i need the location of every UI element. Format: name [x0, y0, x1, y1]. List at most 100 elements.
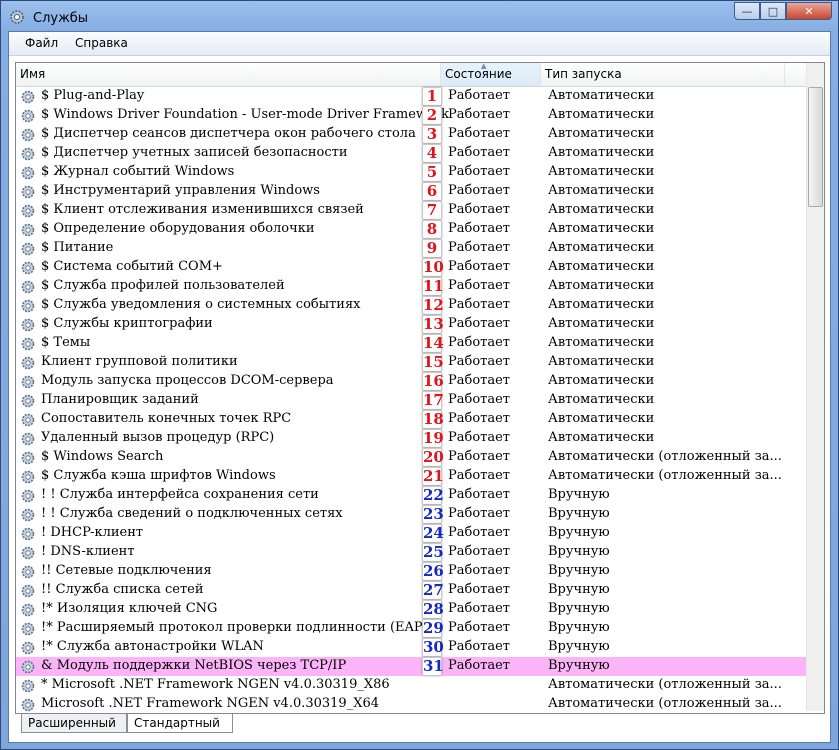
- minimize-button[interactable]: —: [734, 2, 760, 20]
- service-status: Работает: [448, 88, 510, 103]
- table-row[interactable]: Модуль запуска процессов DCOM-сервера 16 Р…: [16, 372, 806, 391]
- service-name: Microsoft .NET Framework NGEN v4.0.30319…: [41, 696, 379, 711]
- table-row[interactable]: $ Темы 14 Работает Автоматически: [16, 334, 806, 353]
- services-list[interactable]: Имя ▲ Состояние Тип запуска $ Plug-and-P…: [15, 62, 825, 714]
- service-name: $ Windows Driver Foundation - User-mode …: [41, 107, 449, 122]
- service-status: Работает: [448, 639, 510, 654]
- service-name: * Microsoft .NET Framework NGEN v4.0.303…: [41, 677, 390, 692]
- title-bar[interactable]: Службы — □ ✕: [1, 1, 838, 31]
- table-row[interactable]: $ Windows Search 20 Работает Автоматически …: [16, 448, 806, 467]
- service-gear-icon: [20, 678, 36, 694]
- service-status: Работает: [448, 373, 510, 388]
- column-header-startup[interactable]: Тип запуска: [541, 63, 785, 86]
- table-row[interactable]: $ Windows Driver Foundation - User-mode …: [16, 106, 806, 125]
- table-row[interactable]: Microsoft .NET Framework NGEN v4.0.30319…: [16, 695, 806, 713]
- table-row[interactable]: & Модуль поддержки NetBIOS через TCP/IP 3…: [16, 657, 806, 676]
- number-badge: 30: [422, 638, 444, 657]
- table-row[interactable]: ! DHCP-клиент 24 Работает Вручную: [16, 524, 806, 543]
- menu-file[interactable]: Файл: [25, 36, 58, 50]
- maximize-button[interactable]: □: [760, 2, 786, 20]
- table-row[interactable]: ! DNS-клиент 25 Работает Вручную: [16, 543, 806, 562]
- service-startup-type: Автоматически: [548, 221, 655, 236]
- table-row[interactable]: $ Определение оборудования оболочки 8 Рабо…: [16, 220, 806, 239]
- scroll-thumb[interactable]: [808, 87, 823, 207]
- table-row[interactable]: $ Инструментарий управления Windows 6 Рабо…: [16, 182, 806, 201]
- table-row[interactable]: ! ! Служба сведений о подключенных сетях…: [16, 505, 806, 524]
- table-row[interactable]: $ Журнал событий Windows 5 Работает Автомат…: [16, 163, 806, 182]
- service-status: Работает: [448, 107, 510, 122]
- table-row[interactable]: !* Служба автонастройки WLAN 30 Работает Вр…: [16, 638, 806, 657]
- service-name: $ Службы криптографии: [41, 316, 213, 331]
- service-gear-icon: [20, 697, 36, 713]
- table-row[interactable]: !* Изоляция ключей CNG 28 Работает Вручную: [16, 600, 806, 619]
- service-name: !! Служба списка сетей: [41, 582, 204, 597]
- table-row[interactable]: !! Сетевые подключения 26 Работает Вручную: [16, 562, 806, 581]
- service-name: & Модуль поддержки NetBIOS через TCP/IP: [41, 658, 347, 673]
- service-status: Работает: [448, 354, 510, 369]
- table-row[interactable]: Сопоставитель конечных точек RPC 18 Работа…: [16, 410, 806, 429]
- service-startup-type: Автоматически: [548, 240, 655, 255]
- close-button[interactable]: ✕: [786, 2, 832, 20]
- table-row[interactable]: ! ! Служба интерфейса сохранения сети 22 Р…: [16, 486, 806, 505]
- table-row[interactable]: $ Plug-and-Play 1 Работает Автоматически: [16, 87, 806, 106]
- table-row[interactable]: $ Службы криптографии 13 Работает Автоматич…: [16, 315, 806, 334]
- service-status: Работает: [448, 582, 510, 597]
- table-row[interactable]: $ Служба кэша шрифтов Windows 21 Работает А…: [16, 467, 806, 486]
- service-startup-type: Автоматически: [548, 183, 655, 198]
- service-status: Работает: [448, 335, 510, 350]
- table-row[interactable]: Клиент групповой политики 15 Работает Автом…: [16, 353, 806, 372]
- service-name: $ Клиент отслеживания изменившихся связе…: [41, 202, 364, 217]
- service-status: Работает: [448, 487, 510, 502]
- table-row[interactable]: Планировщик заданий 17 Работает Автоматичес…: [16, 391, 806, 410]
- service-status: Работает: [448, 221, 510, 236]
- service-startup-type: Автоматически: [548, 297, 655, 312]
- table-row[interactable]: $ Служба уведомления о системных события…: [16, 296, 806, 315]
- service-gear-icon: [20, 621, 36, 637]
- table-row[interactable]: $ Служба профилей пользователей 11 Работае…: [16, 277, 806, 296]
- number-badge: 14: [422, 334, 444, 353]
- column-header-name[interactable]: Имя: [16, 63, 441, 86]
- service-status: Работает: [448, 240, 510, 255]
- gear-icon: [10, 10, 24, 24]
- client-area: Файл Справка Имя ▲ Состояние Тип запуска…: [8, 31, 831, 743]
- service-gear-icon: [20, 89, 36, 105]
- service-status: Работает: [448, 506, 510, 521]
- table-row[interactable]: $ Система событий COM+ 10 Работает Автомати…: [16, 258, 806, 277]
- window-title: Службы: [33, 11, 89, 26]
- rows-container: $ Plug-and-Play 1 Работает Автоматически $ W…: [16, 87, 806, 713]
- number-badge: 27: [422, 581, 444, 600]
- table-row[interactable]: $ Диспетчер учетных записей безопасности…: [16, 144, 806, 163]
- table-row[interactable]: $ Диспетчер сеансов диспетчера окон рабо…: [16, 125, 806, 144]
- number-badge: 9: [422, 239, 442, 258]
- service-gear-icon: [20, 146, 36, 162]
- service-gear-icon: [20, 564, 36, 580]
- service-gear-icon: [20, 469, 36, 485]
- service-gear-icon: [20, 241, 36, 257]
- table-row[interactable]: !* Расширяемый протокол проверки подлинн…: [16, 619, 806, 638]
- service-gear-icon: [20, 108, 36, 124]
- number-badge: 28: [422, 600, 444, 619]
- service-name: ! ! Служба интерфейса сохранения сети: [41, 487, 319, 502]
- service-gear-icon: [20, 412, 36, 428]
- menu-help[interactable]: Справка: [75, 36, 128, 50]
- service-name: Планировщик заданий: [41, 392, 199, 407]
- table-row[interactable]: $ Клиент отслеживания изменившихся связе…: [16, 201, 806, 220]
- sort-up-icon: ▲: [481, 62, 487, 70]
- service-name: $ Питание: [41, 240, 114, 255]
- service-status: Работает: [448, 145, 510, 160]
- table-row[interactable]: !! Служба списка сетей 27 Работает Вручную: [16, 581, 806, 600]
- service-status: Работает: [448, 278, 510, 293]
- vertical-scrollbar[interactable]: [806, 63, 824, 711]
- tab-extended[interactable]: Расширенный: [21, 714, 127, 733]
- column-header-status[interactable]: ▲ Состояние: [441, 63, 541, 86]
- table-row[interactable]: * Microsoft .NET Framework NGEN v4.0.303…: [16, 676, 806, 695]
- service-status: Работает: [448, 126, 510, 141]
- service-name: ! DHCP-клиент: [41, 525, 144, 540]
- number-badge: 5: [422, 163, 442, 182]
- table-row[interactable]: $ Питание 9 Работает Автоматически: [16, 239, 806, 258]
- table-row[interactable]: Удаленный вызов процедур (RPC) 19 Работает…: [16, 429, 806, 448]
- service-name: $ Служба уведомления о системных события…: [41, 297, 361, 312]
- number-badge: 20: [422, 448, 444, 467]
- tab-standard[interactable]: Стандартный: [127, 714, 233, 733]
- service-startup-type: Автоматически: [548, 259, 655, 274]
